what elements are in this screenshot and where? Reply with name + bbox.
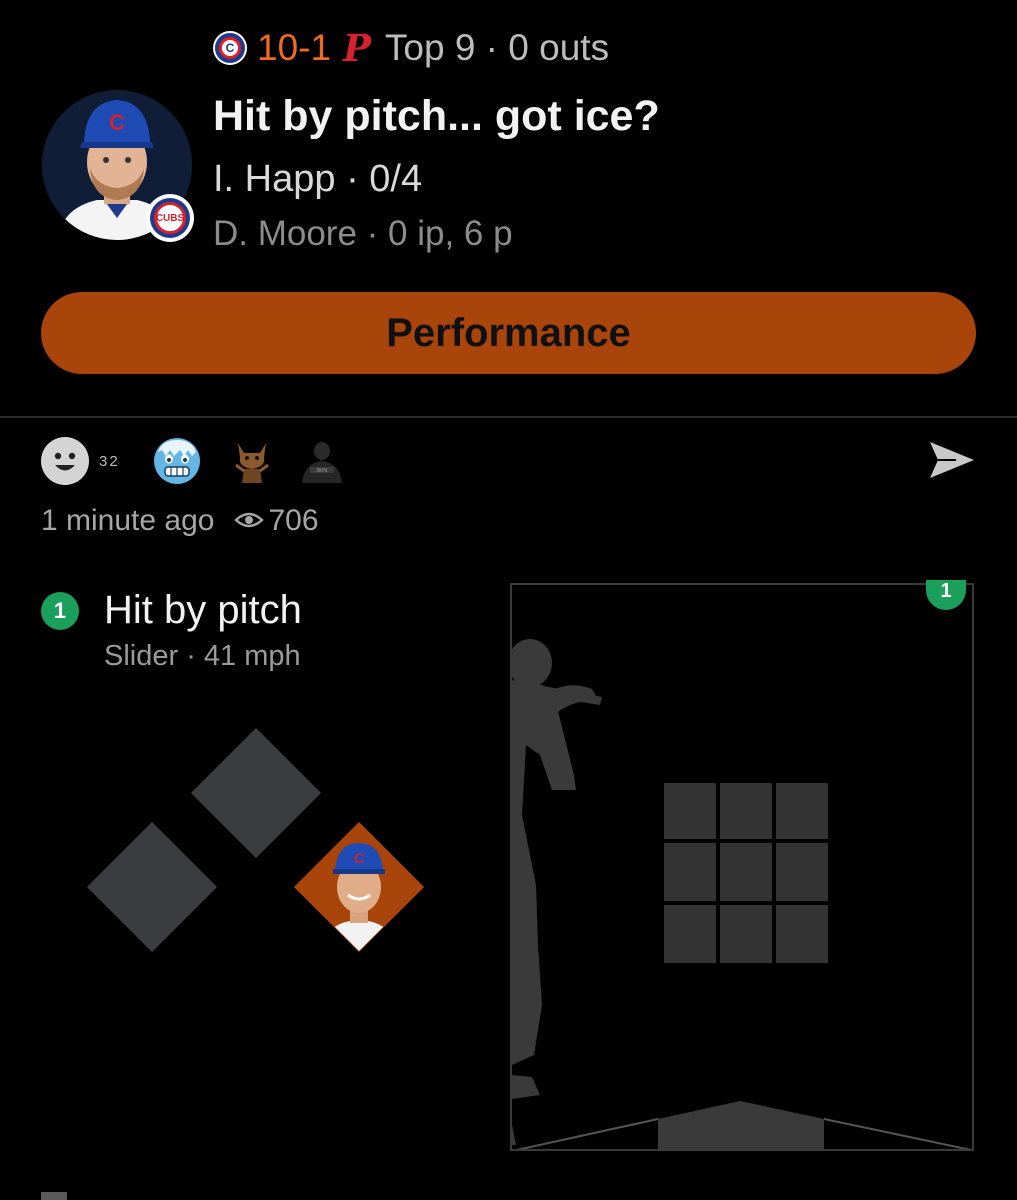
pitcher-line: D. Moore · 0 ip, 6 p [213, 214, 513, 253]
batter-silhouette-icon [512, 639, 972, 1149]
brooklyn-emoji-icon[interactable]: BKN [298, 439, 346, 483]
third-base [86, 821, 218, 953]
svg-text:C: C [354, 850, 364, 866]
game-score: 10-1 [257, 27, 332, 68]
section-divider [0, 416, 1017, 418]
pitch-result: Hit by pitch [104, 588, 302, 632]
home-plate [658, 1101, 824, 1149]
smiley-face-icon[interactable] [41, 437, 89, 485]
view-count: 706 [268, 504, 319, 537]
svg-text:BKN: BKN [317, 468, 328, 474]
cubs-logo-icon: C [213, 31, 247, 65]
pitch-number-badge: 1 [41, 592, 79, 630]
batter-line: I. Happ · 0/4 [213, 158, 423, 200]
eye-views-icon [234, 504, 265, 538]
team-badge-icon: CUBS [146, 194, 194, 242]
event-headline: Hit by pitch... got ice? [213, 92, 660, 140]
cold-face-emoji-icon[interactable] [153, 438, 200, 484]
strike-zone-grid [664, 783, 828, 963]
next-item-edge [41, 1192, 67, 1200]
reaction-count: 32 [99, 452, 120, 470]
strike-zone-panel [510, 583, 974, 1151]
cartoon-cat-emoji-icon[interactable] [232, 439, 272, 483]
first-base-runner: C [293, 821, 425, 953]
second-base [190, 727, 322, 859]
bases-diagram: C [86, 727, 425, 953]
inning-status: Top 9 · 0 outs [384, 27, 610, 68]
meta-line: 1 minute ago 706 [41, 504, 319, 538]
score-line: C 10-1 P Top 9 · 0 outs [213, 26, 609, 70]
performance-button[interactable]: Performance [41, 292, 976, 374]
pitch-detail: Slider · 41 mph [104, 640, 301, 672]
phillies-logo-icon: P [343, 26, 371, 70]
time-ago: 1 minute ago [41, 504, 215, 537]
send-share-icon[interactable] [926, 438, 976, 482]
svg-text:C: C [109, 110, 125, 135]
reactions-bar: 32 BKN [41, 436, 346, 486]
